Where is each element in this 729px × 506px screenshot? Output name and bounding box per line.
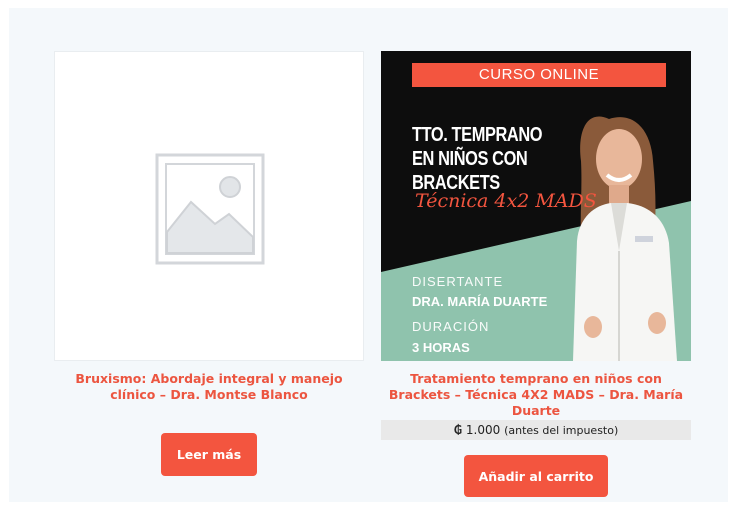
product-price: ₲ 1.000 (antes del impuesto) (381, 420, 691, 440)
add-to-cart-button[interactable]: Añadir al carrito (464, 455, 608, 497)
duration-value: 3 HORAS (412, 340, 470, 355)
image-placeholder-icon (155, 153, 265, 265)
product-image-course-banner[interactable]: CURSO ONLINE TTO. TEMPRANO EN NIÑOS CON … (381, 51, 691, 361)
product-card: CURSO ONLINE TTO. TEMPRANO EN NIÑOS CON … (381, 51, 691, 497)
product-card: Bruxismo: Abordaje integral y manejo clí… (54, 51, 364, 476)
price-amount: 1.000 (465, 423, 501, 437)
currency-symbol: ₲ (453, 423, 463, 437)
course-online-badge: CURSO ONLINE (412, 63, 666, 87)
product-image-placeholder[interactable] (54, 51, 364, 361)
speaker-label: DISERTANTE (412, 274, 504, 289)
tax-note: (antes del impuesto) (504, 424, 619, 437)
duration-label: DURACIÓN (412, 319, 490, 334)
product-title-link[interactable]: Bruxismo: Abordaje integral y manejo clí… (54, 371, 364, 403)
banner-technique: Técnica 4x2 MADS (415, 190, 597, 212)
banner-headline: TTO. TEMPRANO EN NIÑOS CON BRACKETS (412, 124, 543, 194)
read-more-button[interactable]: Leer más (161, 433, 257, 476)
speaker-name: DRA. MARÍA DUARTE (412, 294, 548, 309)
product-title-link[interactable]: Tratamiento temprano en niños con Bracke… (381, 371, 691, 419)
